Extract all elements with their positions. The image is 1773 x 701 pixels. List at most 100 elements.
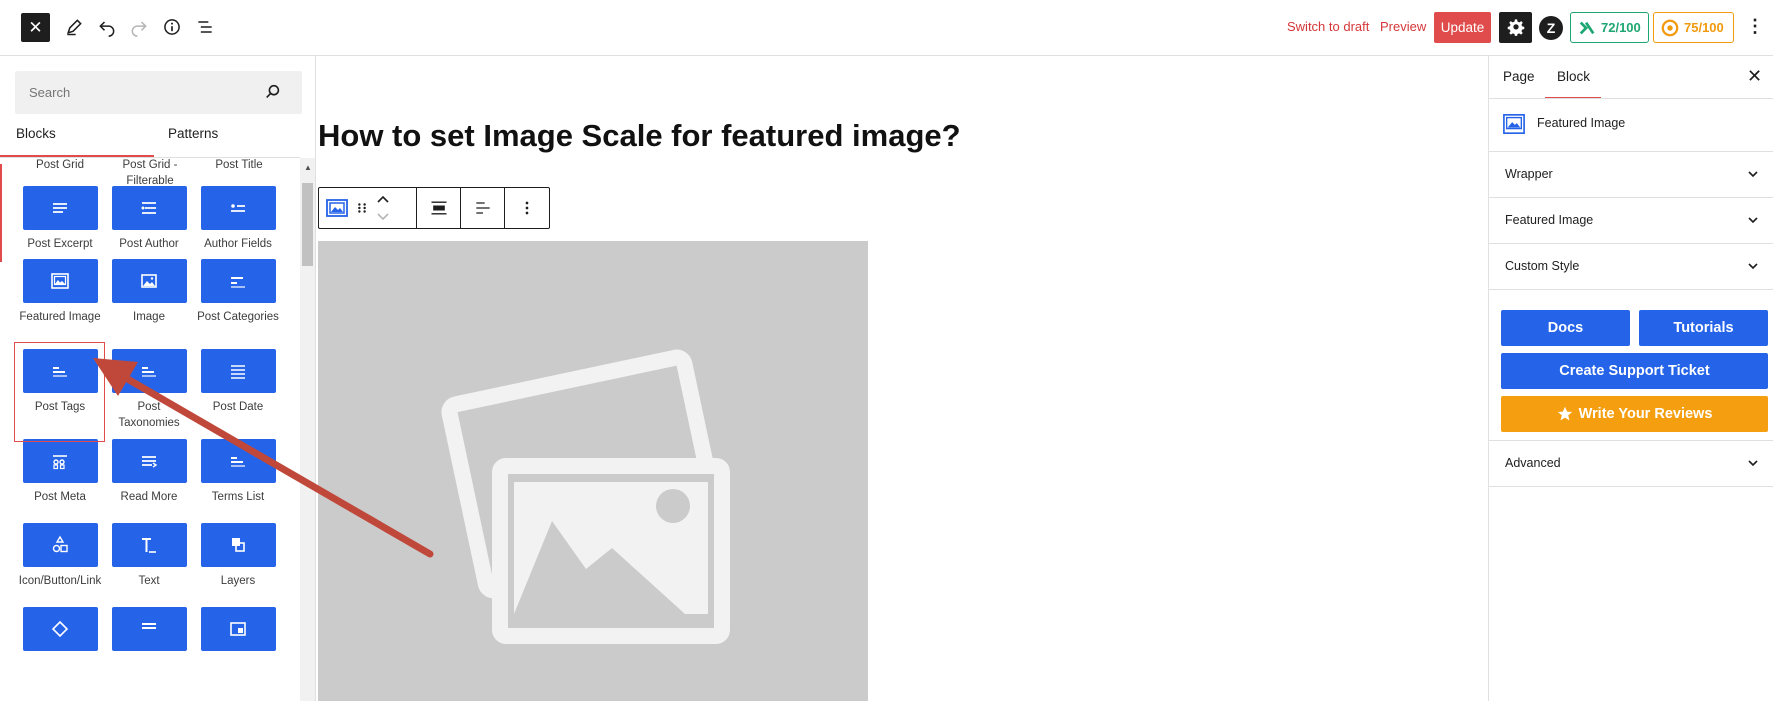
scroll-up-arrow-icon[interactable]: ▲ (304, 163, 312, 172)
block-tile[interactable] (22, 186, 98, 230)
block-label: Read More (120, 491, 178, 503)
block-tile[interactable] (200, 186, 276, 230)
panel-featured-image[interactable]: Featured Image (1489, 197, 1773, 243)
undo-icon[interactable] (95, 15, 119, 39)
docs-button[interactable]: Docs (1501, 310, 1630, 346)
drag-handle-icon[interactable] (355, 197, 369, 219)
block-label: Post Meta (34, 491, 86, 503)
post-title[interactable]: How to set Image Scale for featured imag… (318, 118, 961, 154)
block-tile[interactable] (111, 259, 187, 303)
tab-block[interactable]: Block (1557, 69, 1590, 84)
block-label-post-grid-filterable[interactable]: Post Grid - Filterable (108, 157, 192, 189)
block-label-post-grid[interactable]: Post Grid (18, 157, 102, 173)
block-tile[interactable] (111, 607, 187, 651)
block-item-text[interactable]: Text (104, 523, 194, 589)
close-editor-button[interactable]: ✕ (21, 13, 50, 42)
image-placeholder-icon (441, 349, 730, 644)
switch-to-draft-link[interactable]: Switch to draft (1287, 19, 1369, 34)
featured-image-block-icon[interactable] (325, 196, 349, 220)
block-label: Terms List (211, 491, 265, 503)
move-up-down-icon[interactable] (375, 192, 391, 224)
block-tile[interactable] (22, 607, 98, 651)
pen-tool-icon[interactable] (62, 15, 86, 39)
block-toolbar (318, 187, 550, 229)
block-tile[interactable] (200, 349, 276, 393)
seo-score: 75/100 (1684, 20, 1724, 35)
align-wide-icon (431, 201, 446, 215)
divider (1489, 289, 1773, 290)
update-button[interactable]: Update (1434, 12, 1491, 43)
block-item-lines[interactable] (104, 607, 194, 651)
tab-patterns[interactable]: Patterns (168, 126, 218, 141)
block-item-terms-list[interactable]: Terms List (193, 439, 283, 505)
align-block-button[interactable] (417, 188, 461, 228)
block-search-input[interactable] (15, 71, 302, 114)
block-tile[interactable] (111, 439, 187, 483)
block-options-button[interactable] (505, 188, 549, 228)
block-item-image[interactable]: Image (104, 259, 194, 325)
block-item-post-author[interactable]: Post Author (104, 186, 194, 252)
block-tile[interactable] (200, 523, 276, 567)
block-tile[interactable] (200, 607, 276, 651)
block-tile[interactable] (22, 259, 98, 303)
seo-score-button[interactable]: 75/100 (1653, 12, 1734, 43)
block-item-post-taxonomies[interactable]: Post Taxonomies (104, 349, 194, 431)
block-tile[interactable] (22, 439, 98, 483)
scroll-thumb[interactable] (302, 183, 313, 266)
settings-button[interactable] (1499, 12, 1532, 43)
layers-icon (232, 538, 245, 552)
readability-score-button[interactable]: 72/100 (1570, 12, 1649, 43)
block-item-featured-image[interactable]: Featured Image (15, 259, 105, 325)
zilla-logo-icon[interactable]: Z (1539, 16, 1563, 40)
featured-image-block-icon (1503, 114, 1525, 134)
preview-link[interactable]: Preview (1380, 19, 1426, 34)
block-tile[interactable] (22, 523, 98, 567)
tab-blocks[interactable]: Blocks (16, 126, 56, 141)
featured-image-icon (51, 273, 69, 289)
write-reviews-button[interactable]: Write Your Reviews (1501, 396, 1768, 432)
info-icon[interactable] (160, 15, 184, 39)
featured-image-highlight (14, 342, 105, 442)
block-tile[interactable] (111, 186, 187, 230)
readability-score: 72/100 (1601, 20, 1641, 35)
block-tile[interactable] (111, 349, 187, 393)
block-label: Post Author (119, 238, 179, 250)
write-reviews-label: Write Your Reviews (1578, 406, 1713, 422)
text-align-button[interactable] (461, 188, 505, 228)
block-item-post-date[interactable]: Post Date (193, 349, 283, 415)
settings-sidebar: Page Block ✕ Featured Image Wrapper Feat… (1488, 56, 1773, 701)
block-tile[interactable] (111, 523, 187, 567)
block-item-post-excerpt[interactable]: Post Excerpt (15, 186, 105, 252)
block-label: Featured Image (19, 311, 101, 323)
tab-page[interactable]: Page (1503, 69, 1535, 84)
block-tile[interactable] (200, 259, 276, 303)
block-item-diamond[interactable] (15, 607, 105, 651)
more-options-icon[interactable]: ⋮ (1746, 17, 1764, 35)
left-edge-marker (0, 164, 2, 262)
more-vertical-icon (525, 201, 529, 215)
block-label-post-title[interactable]: Post Title (197, 157, 281, 173)
block-item-window[interactable] (193, 607, 283, 651)
block-item-layers[interactable]: Layers (193, 523, 283, 589)
block-item-author-fields[interactable]: Author Fields (193, 186, 283, 252)
star-icon (1557, 406, 1572, 421)
block-item-read-more[interactable]: Read More (104, 439, 194, 505)
panel-advanced[interactable]: Advanced (1489, 440, 1773, 486)
redo-icon[interactable] (127, 15, 151, 39)
panel-wrapper[interactable]: Wrapper (1489, 151, 1773, 197)
list-view-icon[interactable] (193, 15, 217, 39)
featured-image-placeholder[interactable] (318, 241, 868, 701)
author-fields-icon (231, 204, 245, 212)
block-item-post-categories[interactable]: Post Categories (193, 259, 283, 325)
panel-title: Custom Style (1505, 259, 1580, 273)
categories-icon (231, 277, 245, 288)
create-support-ticket-button[interactable]: Create Support Ticket (1501, 353, 1768, 389)
block-item-post-meta[interactable]: Post Meta (15, 439, 105, 505)
tutorials-button[interactable]: Tutorials (1639, 310, 1768, 346)
block-tile[interactable] (200, 439, 276, 483)
editor-top-bar: ✕ Switch to draft Preview Update Z 72/10… (0, 0, 1773, 56)
panel-custom-style[interactable]: Custom Style (1489, 243, 1773, 289)
close-sidebar-icon[interactable]: ✕ (1747, 66, 1762, 87)
panel-title: Wrapper (1505, 167, 1553, 181)
block-item-icon-button-link[interactable]: Icon/Button/Link (15, 523, 105, 589)
